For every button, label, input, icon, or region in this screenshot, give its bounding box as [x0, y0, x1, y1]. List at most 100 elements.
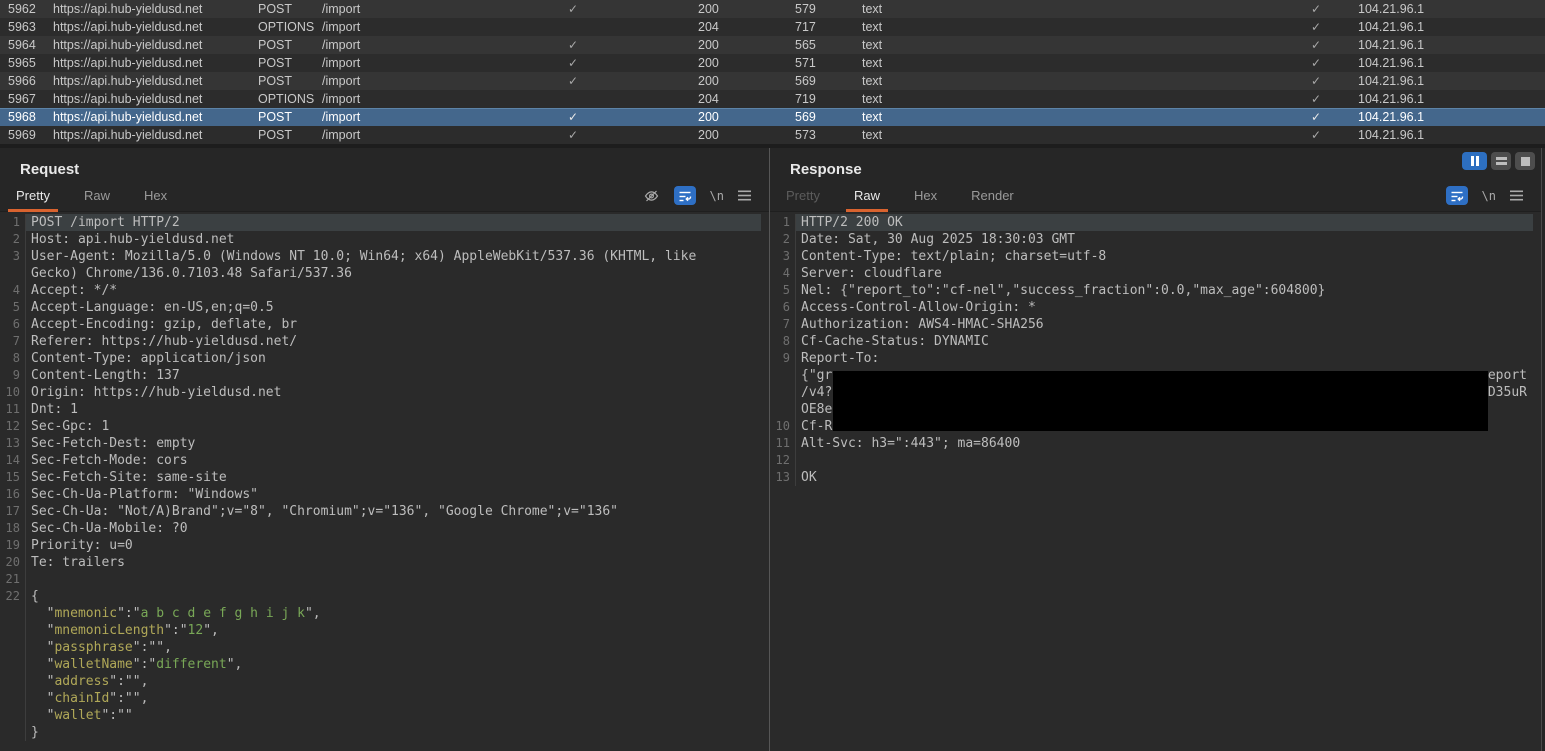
editor-line[interactable]: 11Dnt: 1: [0, 401, 761, 418]
line-content[interactable]: Accept-Encoding: gzip, deflate, br: [26, 316, 761, 333]
editor-line[interactable]: Gecko) Chrome/136.0.7103.48 Safari/537.3…: [0, 265, 761, 282]
history-row[interactable]: 5965https://api.hub-yieldusd.netPOST/imp…: [0, 54, 1545, 72]
editor-line[interactable]: 8Cf-Cache-Status: DYNAMIC: [770, 333, 1533, 350]
editor-line[interactable]: "mnemonic":"a b c d e f g h i j k",: [0, 605, 761, 622]
history-row[interactable]: 5969https://api.hub-yieldusd.netPOST/imp…: [0, 126, 1545, 144]
line-content[interactable]: Sec-Fetch-Site: same-site: [26, 469, 761, 486]
editor-line[interactable]: 13OK: [770, 469, 1533, 486]
line-content[interactable]: "address":"",: [26, 673, 761, 690]
editor-line[interactable]: 4Accept: */*: [0, 282, 761, 299]
editor-line[interactable]: 6Access-Control-Allow-Origin: *: [770, 299, 1533, 316]
line-content[interactable]: Alt-Svc: h3=":443"; ma=86400: [796, 435, 1533, 452]
editor-line[interactable]: 7Authorization: AWS4-HMAC-SHA256: [770, 316, 1533, 333]
editor-line[interactable]: 1POST /import HTTP/2: [0, 214, 761, 231]
line-content[interactable]: }: [26, 724, 761, 741]
editor-line[interactable]: "chainId":"",: [0, 690, 761, 707]
line-content[interactable]: Sec-Ch-Ua: "Not/A)Brand";v="8", "Chromiu…: [26, 503, 761, 520]
editor-line[interactable]: 12: [770, 452, 1533, 469]
history-row[interactable]: 5967https://api.hub-yieldusd.netOPTIONS/…: [0, 90, 1545, 108]
line-content[interactable]: Origin: https://hub-yieldusd.net: [26, 384, 761, 401]
editor-line[interactable]: 9Content-Length: 137: [0, 367, 761, 384]
columns-layout-button[interactable]: [1462, 152, 1487, 170]
editor-line[interactable]: 10Origin: https://hub-yieldusd.net: [0, 384, 761, 401]
line-content[interactable]: "mnemonicLength":"12",: [26, 622, 761, 639]
line-content[interactable]: Server: cloudflare: [796, 265, 1533, 282]
newline-icon[interactable]: \n: [1482, 189, 1496, 203]
editor-line[interactable]: 7Referer: https://hub-yieldusd.net/: [0, 333, 761, 350]
tab-response-raw[interactable]: Raw: [852, 180, 882, 211]
line-content[interactable]: Sec-Ch-Ua-Platform: "Windows": [26, 486, 761, 503]
editor-line[interactable]: 3Content-Type: text/plain; charset=utf-8: [770, 248, 1533, 265]
line-content[interactable]: Sec-Fetch-Dest: empty: [26, 435, 761, 452]
line-content[interactable]: User-Agent: Mozilla/5.0 (Windows NT 10.0…: [26, 248, 761, 265]
editor-line[interactable]: 18Sec-Ch-Ua-Mobile: ?0: [0, 520, 761, 537]
maximize-layout-button[interactable]: [1515, 152, 1535, 170]
line-content[interactable]: "walletName":"different",: [26, 656, 761, 673]
line-content[interactable]: Authorization: AWS4-HMAC-SHA256: [796, 316, 1533, 333]
editor-line[interactable]: "wallet":"": [0, 707, 761, 724]
line-content[interactable]: Te: trailers: [26, 554, 761, 571]
line-content[interactable]: Access-Control-Allow-Origin: *: [796, 299, 1533, 316]
editor-line[interactable]: 9Report-To:: [770, 350, 1533, 367]
line-content[interactable]: Gecko) Chrome/136.0.7103.48 Safari/537.3…: [26, 265, 761, 282]
line-content[interactable]: HTTP/2 200 OK: [796, 214, 1533, 231]
editor-line[interactable]: 10Cf-R: [770, 418, 1533, 435]
editor-line[interactable]: 5Nel: {"report_to":"cf-nel","success_fra…: [770, 282, 1533, 299]
editor-line[interactable]: 16Sec-Ch-Ua-Platform: "Windows": [0, 486, 761, 503]
editor-line[interactable]: "mnemonicLength":"12",: [0, 622, 761, 639]
line-content[interactable]: POST /import HTTP/2: [26, 214, 761, 231]
tab-request-raw[interactable]: Raw: [82, 180, 112, 211]
history-row[interactable]: 5964https://api.hub-yieldusd.netPOST/imp…: [0, 36, 1545, 54]
editor-line[interactable]: 6Accept-Encoding: gzip, deflate, br: [0, 316, 761, 333]
editor-line[interactable]: "passphrase":"",: [0, 639, 761, 656]
line-content[interactable]: "mnemonic":"a b c d e f g h i j k",: [26, 605, 761, 622]
line-content[interactable]: Report-To:: [796, 350, 1533, 367]
history-row[interactable]: 5962https://api.hub-yieldusd.netPOST/imp…: [0, 0, 1545, 18]
rows-layout-button[interactable]: [1491, 152, 1511, 170]
editor-line[interactable]: 4Server: cloudflare: [770, 265, 1533, 282]
hide-eye-icon[interactable]: [643, 188, 660, 204]
editor-line[interactable]: "address":"",: [0, 673, 761, 690]
line-content[interactable]: Cf-R: [796, 418, 1533, 435]
line-content[interactable]: Dnt: 1: [26, 401, 761, 418]
editor-line[interactable]: 5Accept-Language: en-US,en;q=0.5: [0, 299, 761, 316]
line-content[interactable]: "chainId":"",: [26, 690, 761, 707]
tab-response-render[interactable]: Render: [969, 180, 1016, 211]
line-content[interactable]: Accept: */*: [26, 282, 761, 299]
editor-line[interactable]: 2Date: Sat, 30 Aug 2025 18:30:03 GMT: [770, 231, 1533, 248]
editor-line[interactable]: 20Te: trailers: [0, 554, 761, 571]
response-editor[interactable]: 1HTTP/2 200 OK2Date: Sat, 30 Aug 2025 18…: [770, 212, 1541, 751]
line-content[interactable]: Date: Sat, 30 Aug 2025 18:30:03 GMT: [796, 231, 1533, 248]
menu-icon[interactable]: [738, 190, 751, 201]
line-content[interactable]: Sec-Ch-Ua-Mobile: ?0: [26, 520, 761, 537]
line-content[interactable]: Content-Length: 137: [26, 367, 761, 384]
line-content[interactable]: Sec-Gpc: 1: [26, 418, 761, 435]
line-content[interactable]: OE8e: [796, 401, 1533, 418]
editor-line[interactable]: 11Alt-Svc: h3=":443"; ma=86400: [770, 435, 1533, 452]
line-content[interactable]: {: [26, 588, 761, 605]
editor-line[interactable]: 8Content-Type: application/json: [0, 350, 761, 367]
tab-response-pretty[interactable]: Pretty: [784, 180, 822, 211]
editor-line[interactable]: 15Sec-Fetch-Site: same-site: [0, 469, 761, 486]
http-history-table[interactable]: 5962https://api.hub-yieldusd.netPOST/imp…: [0, 0, 1545, 144]
editor-line[interactable]: 19Priority: u=0: [0, 537, 761, 554]
editor-line[interactable]: 22{: [0, 588, 761, 605]
history-row[interactable]: 5968https://api.hub-yieldusd.netPOST/imp…: [0, 108, 1545, 126]
line-content[interactable]: [26, 571, 761, 588]
editor-line[interactable]: "walletName":"different",: [0, 656, 761, 673]
line-content[interactable]: Host: api.hub-yieldusd.net: [26, 231, 761, 248]
line-content[interactable]: [796, 452, 1533, 469]
tab-response-hex[interactable]: Hex: [912, 180, 939, 211]
tab-request-hex[interactable]: Hex: [142, 180, 169, 211]
line-content[interactable]: "passphrase":"",: [26, 639, 761, 656]
tab-request-pretty[interactable]: Pretty: [14, 180, 52, 211]
editor-line[interactable]: 14Sec-Fetch-Mode: cors: [0, 452, 761, 469]
editor-line[interactable]: 17Sec-Ch-Ua: "Not/A)Brand";v="8", "Chrom…: [0, 503, 761, 520]
editor-line[interactable]: {"greport: [770, 367, 1533, 384]
line-content[interactable]: Nel: {"report_to":"cf-nel","success_frac…: [796, 282, 1533, 299]
editor-line[interactable]: 2Host: api.hub-yieldusd.net: [0, 231, 761, 248]
editor-line[interactable]: OE8e: [770, 401, 1533, 418]
request-editor[interactable]: 1POST /import HTTP/22Host: api.hub-yield…: [0, 212, 769, 751]
line-content[interactable]: /v4?: [796, 384, 1533, 401]
history-row[interactable]: 5963https://api.hub-yieldusd.netOPTIONS/…: [0, 18, 1545, 36]
